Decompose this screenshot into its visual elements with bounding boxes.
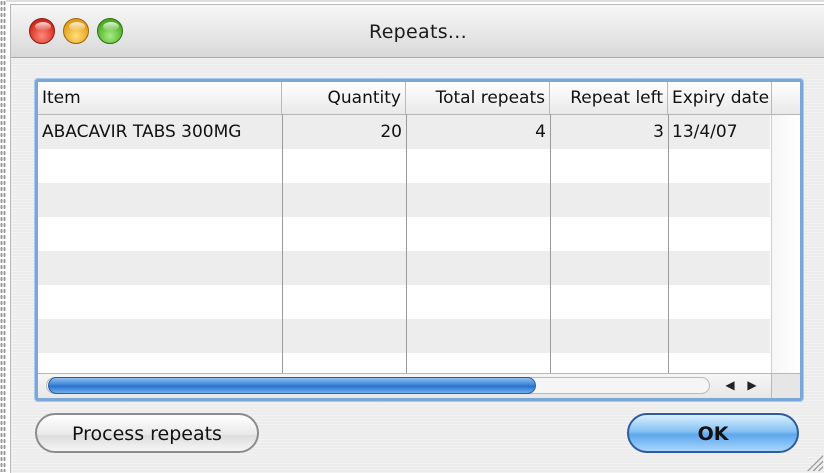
- vertical-scrollbar[interactable]: [771, 82, 800, 376]
- empty-row: [38, 251, 770, 285]
- scroll-right-icon[interactable]: ▶: [744, 377, 760, 394]
- window-title: Repeats...: [369, 21, 467, 43]
- table-row[interactable]: ABACAVIR TABS 300MG 20 4 3 13/4/07: [38, 115, 770, 149]
- title-bar[interactable]: Repeats...: [11, 5, 824, 58]
- cell-expiry-date: 13/4/07: [672, 122, 738, 142]
- empty-row: [38, 217, 770, 251]
- empty-row: [38, 149, 770, 183]
- repeats-table[interactable]: Item Quantity Total repeats Repeat left …: [35, 79, 803, 401]
- table-header: Item Quantity Total repeats Repeat left …: [38, 82, 800, 115]
- column-divider: [668, 114, 669, 384]
- resize-grip-icon[interactable]: [805, 453, 823, 471]
- cell-quantity: 20: [380, 122, 402, 142]
- background-edge: [0, 0, 6, 472]
- horizontal-scrollbar[interactable]: ◀ ▶: [38, 373, 800, 398]
- column-divider: [282, 114, 283, 384]
- scroll-corner: [771, 373, 800, 398]
- cell-total-repeats: 4: [535, 122, 546, 142]
- repeats-dialog: Repeats... Item Quantity Total repeats R…: [10, 4, 824, 473]
- header-corner: [771, 82, 800, 115]
- cell-repeat-left: 3: [653, 122, 664, 142]
- empty-row: [38, 319, 770, 353]
- cell-item: ABACAVIR TABS 300MG: [42, 122, 242, 142]
- column-header-item[interactable]: Item: [38, 82, 282, 114]
- process-repeats-button[interactable]: Process repeats: [35, 413, 259, 453]
- scroll-left-icon[interactable]: ◀: [722, 377, 738, 394]
- scroll-thumb[interactable]: [48, 377, 536, 394]
- column-header-repeat-left[interactable]: Repeat left: [550, 82, 668, 114]
- column-divider: [550, 114, 551, 384]
- column-divider: [406, 114, 407, 384]
- empty-row: [38, 183, 770, 217]
- column-header-expiry-date[interactable]: Expiry date: [668, 82, 772, 114]
- background-top-edge: [6, 0, 824, 2]
- column-header-total-repeats[interactable]: Total repeats: [406, 82, 550, 114]
- empty-row: [38, 285, 770, 319]
- ok-button[interactable]: OK: [627, 413, 799, 453]
- column-header-quantity[interactable]: Quantity: [282, 82, 406, 114]
